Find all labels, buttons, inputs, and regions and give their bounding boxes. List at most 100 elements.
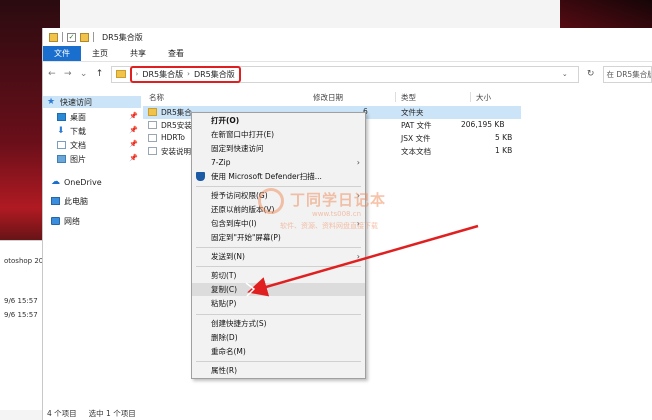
forward-arrow-icon[interactable]: → <box>63 69 73 79</box>
divider <box>395 92 396 102</box>
file-icon <box>148 121 157 129</box>
menu-item-grant-access[interactable]: 授予访问权限(G) › <box>192 189 365 202</box>
chevron-down-icon[interactable]: ⌄ <box>79 69 89 79</box>
checkmark-icon[interactable]: ✓ <box>67 32 76 42</box>
file-name: 安装说明 <box>161 147 191 156</box>
sidebar-item-label: OneDrive <box>64 177 102 187</box>
menu-item-create-shortcut[interactable]: 创建快捷方式(S) <box>192 317 365 330</box>
sidebar-item-this-pc[interactable]: 此电脑 <box>51 195 88 207</box>
document-icon <box>57 141 66 149</box>
menu-item-label: 使用 Microsoft Defender扫描... <box>211 172 322 181</box>
chevron-right-icon: › <box>356 252 360 261</box>
sidebar-item-label: 快速访问 <box>60 97 92 107</box>
network-icon <box>51 217 60 225</box>
sidebar-item-network[interactable]: 网络 <box>51 215 80 227</box>
menu-item-send-to[interactable]: 发送到(N) › <box>192 250 365 263</box>
menu-item-7zip[interactable]: 7-Zip › <box>192 156 365 169</box>
divider <box>62 32 63 42</box>
menu-item-label: 发送到(N) <box>211 252 245 261</box>
pin-icon[interactable]: 📌 <box>129 126 138 134</box>
menu-item-label: 授予访问权限(G) <box>211 191 268 200</box>
file-type: 文件夹 <box>401 108 424 117</box>
address-toolbar: ← → ⌄ ↑ › DR5集合版 › DR5集合版 ⌄ ↻ 在 DR5集合版 <box>43 62 652 86</box>
menu-item-label: 7-Zip <box>211 158 231 167</box>
chevron-right-icon: › <box>356 158 360 167</box>
background-window-title: otoshop 20 <box>4 257 44 265</box>
sidebar-item-desktop[interactable]: 桌面 <box>57 111 86 123</box>
folder-icon <box>115 70 126 78</box>
sidebar-item-label: 下载 <box>70 126 86 136</box>
selection-count: 选中 1 个项目 <box>88 409 136 418</box>
file-icon <box>148 147 157 155</box>
menu-item-paste[interactable]: 粘贴(P) <box>192 297 365 310</box>
download-icon: ⬇ <box>57 126 65 136</box>
chevron-right-icon: › <box>187 70 190 78</box>
background-window: otoshop 20 9/6 15:57 9/6 15:57 <box>0 240 44 410</box>
folder-icon <box>148 108 157 116</box>
pin-icon[interactable]: 📌 <box>129 154 138 162</box>
sidebar-item-quick-access[interactable]: ★ 快速访问 <box>43 96 141 108</box>
divider <box>196 314 361 315</box>
menu-item-pin-quick-access[interactable]: 固定到快速访问 <box>192 142 365 155</box>
sidebar-item-pictures[interactable]: 图片 <box>57 153 86 165</box>
file-icon <box>148 134 157 142</box>
column-header-modified[interactable]: 修改日期 <box>313 92 343 103</box>
background-window-row: 9/6 15:57 <box>4 297 38 305</box>
pin-icon[interactable]: 📌 <box>129 112 138 120</box>
menu-item-rename[interactable]: 重命名(M) <box>192 345 365 358</box>
title-bar: ✓ DR5集合版 <box>43 28 652 46</box>
chevron-right-icon: › <box>135 70 139 78</box>
back-arrow-icon[interactable]: ← <box>47 69 57 79</box>
sidebar-item-label: 桌面 <box>70 112 86 122</box>
navigation-pane: ★ 快速访问 桌面 📌 ⬇ 下载 📌 文档 📌 图片 📌 ☁ OneDrive <box>43 92 141 392</box>
tab-file[interactable]: 文件 <box>43 46 81 61</box>
pin-icon[interactable]: 📌 <box>129 140 138 148</box>
menu-item-delete[interactable]: 删除(D) <box>192 331 365 344</box>
up-arrow-icon[interactable]: ↑ <box>95 69 105 79</box>
menu-item-copy[interactable]: 复制(C) <box>192 283 365 296</box>
folder-icon <box>49 32 58 42</box>
file-type: JSX 文件 <box>401 134 431 143</box>
menu-item-properties[interactable]: 属性(R) <box>192 364 365 377</box>
file-size: 1 KB <box>495 146 513 155</box>
tab-home[interactable]: 主页 <box>81 46 119 61</box>
divider <box>93 32 94 42</box>
refresh-icon[interactable]: ↻ <box>585 69 597 79</box>
menu-item-include-library[interactable]: 包含到库中(I) › <box>192 217 365 230</box>
tab-share[interactable]: 共享 <box>119 46 157 61</box>
address-bar[interactable]: › DR5集合版 › DR5集合版 ⌄ <box>110 65 579 83</box>
breadcrumb-item[interactable]: DR5集合版 <box>142 69 183 80</box>
sidebar-item-documents[interactable]: 文档 <box>57 139 86 151</box>
file-size: 206,195 KB <box>461 120 505 129</box>
menu-item-label: 包含到库中(I) <box>211 219 257 228</box>
menu-item-restore-versions[interactable]: 还原以前的版本(V) <box>192 203 365 216</box>
background-window-row: 9/6 15:57 <box>4 311 38 319</box>
column-header-name[interactable]: 名称 <box>149 92 164 103</box>
sidebar-item-label: 网络 <box>64 216 80 226</box>
column-header-type[interactable]: 类型 <box>401 92 416 103</box>
menu-item-cut[interactable]: 剪切(T) <box>192 269 365 282</box>
divider <box>196 266 361 267</box>
menu-item-open[interactable]: 打开(O) <box>192 114 365 127</box>
ribbon-tabs: 文件 主页 共享 查看 <box>43 46 652 62</box>
breadcrumb-item[interactable]: DR5集合版 <box>194 69 235 80</box>
item-count: 4 个项目 <box>47 409 77 418</box>
menu-item-defender-scan[interactable]: 使用 Microsoft Defender扫描... <box>192 170 365 183</box>
sidebar-item-label: 此电脑 <box>64 196 88 206</box>
tab-view[interactable]: 查看 <box>157 46 195 61</box>
breadcrumb: › DR5集合版 › DR5集合版 <box>129 65 241 83</box>
column-header-size[interactable]: 大小 <box>476 92 491 103</box>
menu-item-pin-start[interactable]: 固定到"开始"屏幕(P) <box>192 231 365 244</box>
divider <box>470 92 471 102</box>
chevron-down-icon[interactable]: ⌄ <box>562 70 568 78</box>
sidebar-item-onedrive[interactable]: ☁ OneDrive <box>51 176 102 188</box>
file-name: DR5安装 <box>161 121 192 130</box>
sidebar-item-downloads[interactable]: ⬇ 下载 <box>57 125 86 137</box>
window-title: DR5集合版 <box>102 32 143 42</box>
menu-item-open-new-window[interactable]: 在新窗口中打开(E) <box>192 128 365 141</box>
folder-icon[interactable] <box>80 32 89 42</box>
search-input[interactable]: 在 DR5集合版 <box>602 65 652 83</box>
file-type: PAT 文件 <box>401 121 432 130</box>
divider <box>196 186 361 187</box>
file-name: HDRTo <box>161 133 185 142</box>
